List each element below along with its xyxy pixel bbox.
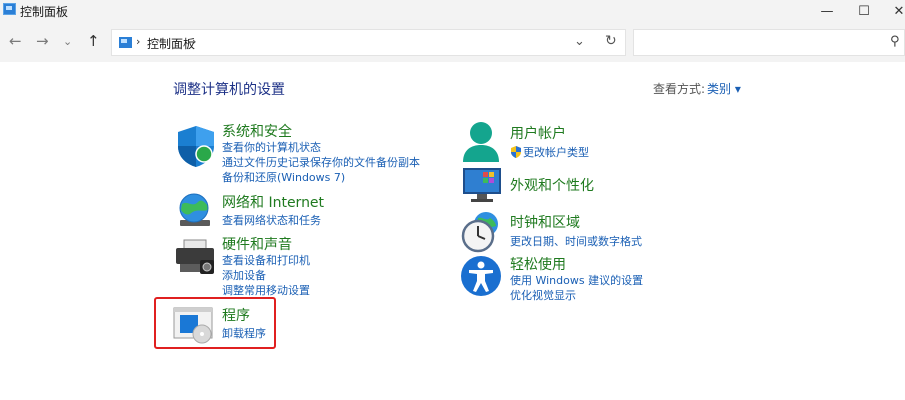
user-icon[interactable] xyxy=(461,120,505,164)
minimize-button[interactable]: — xyxy=(808,0,846,22)
link-backup-restore[interactable]: 备份和还原(Windows 7) xyxy=(222,169,345,185)
window-title: 控制面板 xyxy=(20,5,69,19)
link-windows-suggested-settings[interactable]: 使用 Windows 建议的设置 xyxy=(510,272,643,288)
monitor-icon[interactable] xyxy=(461,166,505,210)
category-title-ease-of-access[interactable]: 轻松使用 xyxy=(510,254,566,274)
address-history-chevron-icon[interactable]: ⌄ xyxy=(574,34,585,49)
shield-icon[interactable] xyxy=(174,124,218,168)
link-view-computer-status[interactable]: 查看你的计算机状态 xyxy=(222,139,321,155)
link-file-history-backup[interactable]: 通过文件历史记录保存你的文件备份副本 xyxy=(222,154,420,170)
link-change-date-time-format[interactable]: 更改日期、时间或数字格式 xyxy=(510,233,642,249)
link-optimize-visual-display[interactable]: 优化视觉显示 xyxy=(510,287,576,303)
category-title-hardware-sound[interactable]: 硬件和声音 xyxy=(222,234,292,254)
link-change-account-type[interactable]: 更改帐户类型 xyxy=(510,144,589,160)
category-title-clock-region[interactable]: 时钟和区域 xyxy=(510,212,580,232)
breadcrumb-control-panel[interactable]: 控制面板 xyxy=(147,35,195,52)
link-network-status-tasks[interactable]: 查看网络状态和任务 xyxy=(222,212,321,228)
back-arrow-icon[interactable]: ← xyxy=(9,32,22,50)
view-by-label: 查看方式: xyxy=(653,82,706,96)
link-mobility-settings[interactable]: 调整常用移动设置 xyxy=(222,282,310,298)
globe-network-icon[interactable] xyxy=(174,192,218,236)
breadcrumb-separator-icon[interactable]: › xyxy=(192,35,196,48)
address-bar[interactable]: › 控制面板 › ⌄ ↻ xyxy=(111,29,626,56)
category-title-system-security[interactable]: 系统和安全 xyxy=(222,121,292,141)
printer-icon[interactable] xyxy=(174,238,218,282)
highlight-annotation xyxy=(154,297,276,349)
search-icon[interactable]: ⚲ xyxy=(890,34,900,49)
title-bar: 控制面板 — ☐ ✕ xyxy=(0,0,905,22)
search-input[interactable]: ⚲ xyxy=(633,29,905,56)
navigation-bar: ← → ⌄ ↑ › 控制面板 › ⌄ ↻ ⚲ xyxy=(0,22,905,62)
maximize-button[interactable]: ☐ xyxy=(845,0,883,22)
close-button[interactable]: ✕ xyxy=(880,0,905,22)
up-arrow-icon[interactable]: ↑ xyxy=(87,32,100,50)
control-panel-icon xyxy=(119,37,132,48)
clock-globe-icon[interactable] xyxy=(460,210,504,254)
control-panel-icon xyxy=(3,3,16,15)
category-title-appearance-personalization[interactable]: 外观和个性化 xyxy=(510,175,594,195)
link-devices-printers[interactable]: 查看设备和打印机 xyxy=(222,252,310,268)
page-title: 调整计算机的设置 xyxy=(173,82,285,98)
forward-arrow-icon[interactable]: → xyxy=(36,32,49,50)
accessibility-icon[interactable] xyxy=(460,255,504,299)
link-change-account-type-label[interactable]: 更改帐户类型 xyxy=(523,146,589,159)
link-add-device[interactable]: 添加设备 xyxy=(222,267,266,283)
breadcrumb-separator-icon[interactable]: › xyxy=(136,35,140,48)
category-title-user-accounts[interactable]: 用户帐户 xyxy=(510,123,566,143)
view-by-dropdown[interactable]: 类别 ▾ xyxy=(707,80,741,97)
uac-shield-icon xyxy=(511,146,521,158)
recent-locations-chevron-icon[interactable]: ⌄ xyxy=(63,35,72,48)
refresh-icon[interactable]: ↻ xyxy=(605,33,617,49)
category-title-network-internet[interactable]: 网络和 Internet xyxy=(222,192,324,212)
